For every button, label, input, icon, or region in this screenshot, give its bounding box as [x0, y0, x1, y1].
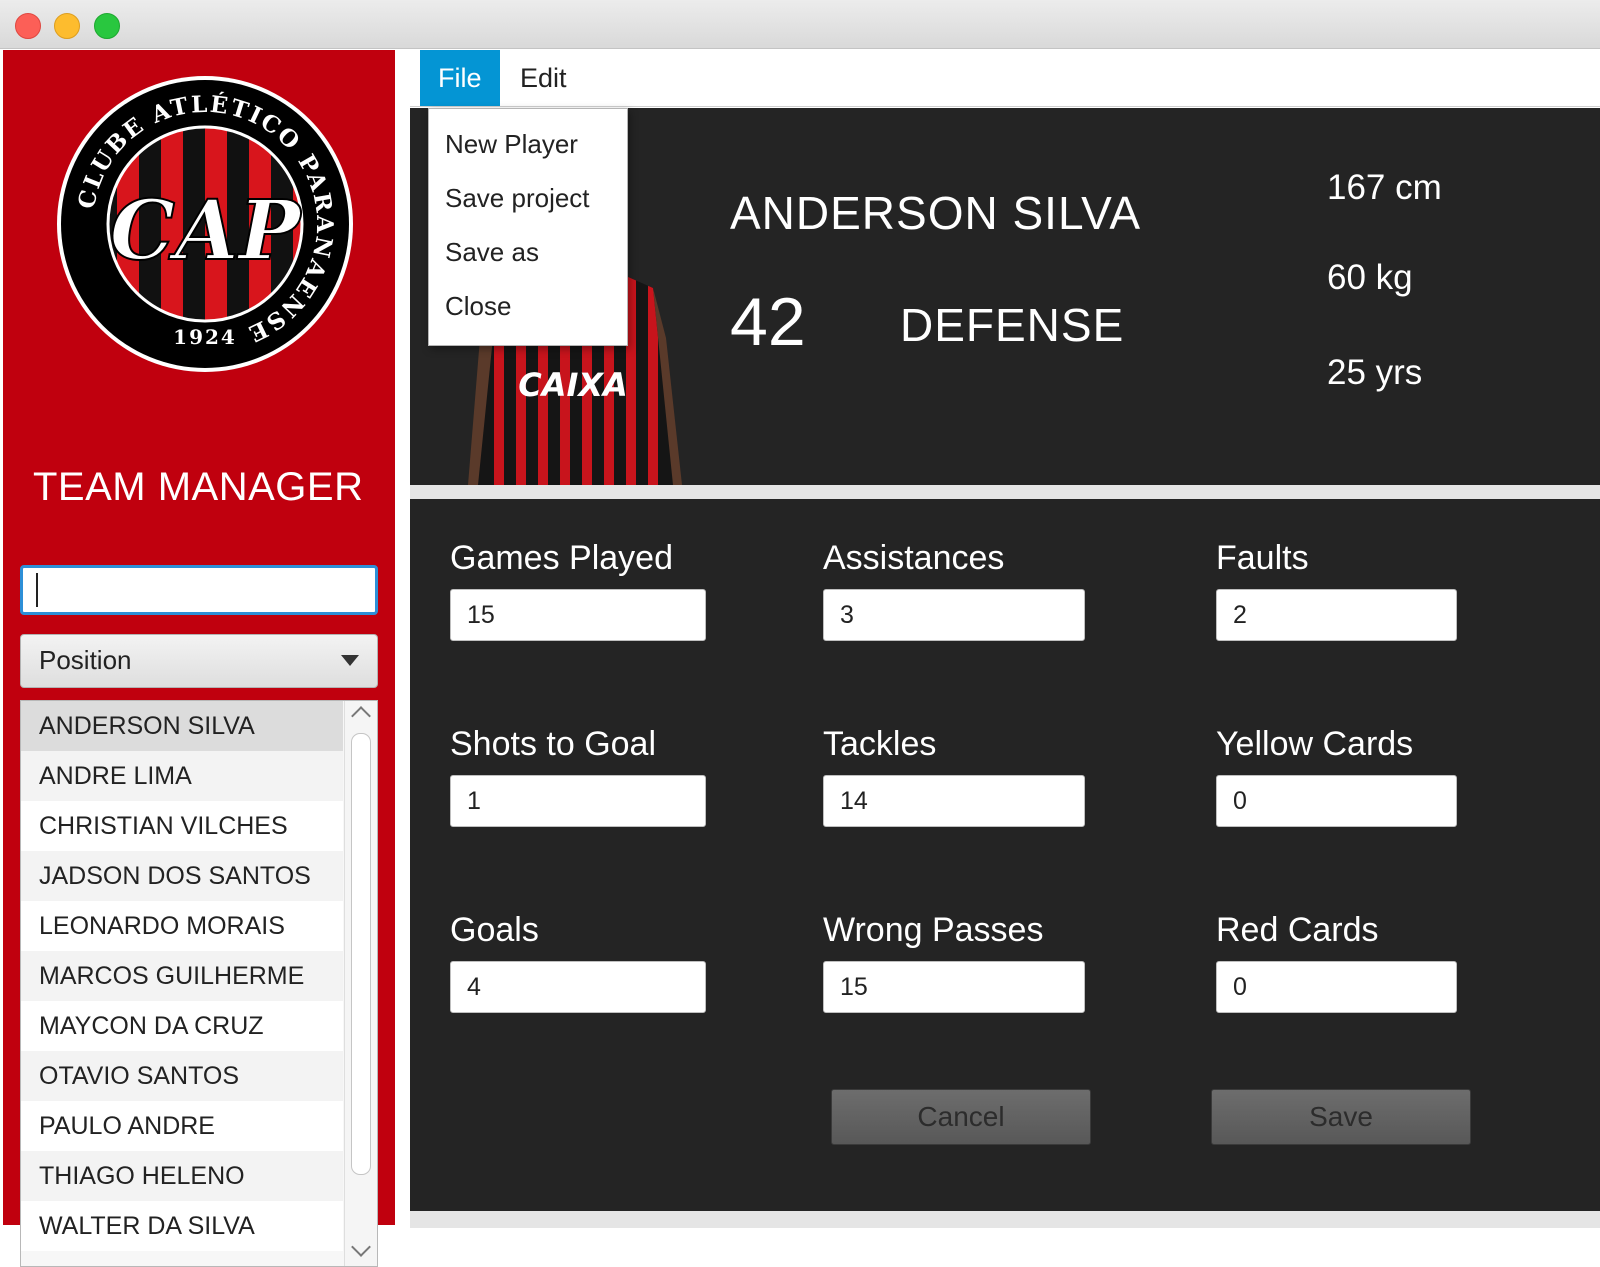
scrollbar-thumb[interactable]	[351, 733, 371, 1175]
close-window-button[interactable]	[15, 13, 41, 39]
games-played-group: Games Played	[450, 539, 706, 641]
position-filter-select[interactable]: Position	[20, 634, 378, 688]
player-age: 25 yrs	[1327, 353, 1423, 392]
club-logo: CLUBE ATLÉTICO PARANAENSE CAP 1924	[57, 76, 353, 372]
yellow-cards-label: Yellow Cards	[1216, 725, 1414, 763]
red-cards-input[interactable]	[1216, 961, 1457, 1013]
app-title: TEAM MANAGER	[33, 465, 364, 509]
sidebar: CLUBE ATLÉTICO PARANAENSE CAP 1924 TEAM …	[3, 50, 395, 1267]
shots-to-goal-label: Shots to Goal	[450, 725, 657, 763]
list-item[interactable]: JADSON DOS SANTOS	[21, 851, 343, 901]
svg-text:CAP: CAP	[110, 183, 303, 279]
maximize-window-button[interactable]	[94, 13, 120, 39]
file-menu-dropdown: New Player Save project Save as Close	[428, 108, 628, 346]
red-cards-label: Red Cards	[1216, 911, 1379, 949]
list-item[interactable]: ANDERSON SILVA	[21, 701, 343, 751]
list-item[interactable]: MARCOS GUILHERME	[21, 951, 343, 1001]
position-filter-value: Position	[39, 645, 132, 675]
wrong-passes-label: Wrong Passes	[823, 911, 1044, 949]
list-item[interactable]: THIAGO HELENO	[21, 1151, 343, 1201]
scroll-up-icon[interactable]	[351, 706, 371, 726]
player-list[interactable]: ANDERSON SILVA ANDRE LIMA CHRISTIAN VILC…	[20, 700, 378, 1267]
wrong-passes-input[interactable]	[823, 961, 1085, 1013]
list-item[interactable]: LEONARDO MORAIS	[21, 901, 343, 951]
list-item[interactable]: MAYCON DA CRUZ	[21, 1001, 343, 1051]
player-name: ANDERSON SILVA	[730, 187, 1142, 239]
faults-input[interactable]	[1216, 589, 1457, 641]
menu-bar: File Edit	[410, 50, 1600, 107]
menu-item-save-project[interactable]: Save project	[429, 171, 627, 225]
list-item[interactable]: WALTER DA SILVA	[21, 1201, 343, 1251]
goals-input[interactable]	[450, 961, 706, 1013]
panel-divider	[410, 485, 1600, 499]
shots-to-goal-group: Shots to Goal	[450, 725, 706, 827]
faults-label: Faults	[1216, 539, 1309, 577]
player-position: DEFENSE	[900, 299, 1125, 351]
list-item[interactable]: ANDRE LIMA	[21, 751, 343, 801]
wrong-passes-group: Wrong Passes	[823, 911, 1085, 1013]
player-search-input[interactable]	[20, 565, 378, 615]
player-stats-panel: Games Played Assistances Faults Shots to…	[410, 499, 1600, 1211]
list-item[interactable]: CHRISTIAN VILCHES	[21, 801, 343, 851]
player-weight: 60 kg	[1327, 258, 1413, 297]
assistances-input[interactable]	[823, 589, 1085, 641]
player-height: 167 cm	[1327, 168, 1442, 207]
player-list-scrollbar[interactable]	[344, 701, 377, 1266]
goals-label: Goals	[450, 911, 539, 949]
menu-item-close[interactable]: Close	[429, 279, 627, 333]
tackles-label: Tackles	[823, 725, 937, 763]
chevron-down-icon	[341, 655, 359, 666]
svg-text:1924: 1924	[173, 325, 237, 349]
tackles-input[interactable]	[823, 775, 1085, 827]
yellow-cards-group: Yellow Cards	[1216, 725, 1457, 827]
list-item[interactable]: PAULO ANDRE	[21, 1101, 343, 1151]
save-button[interactable]: Save	[1211, 1089, 1471, 1145]
games-played-input[interactable]	[450, 589, 706, 641]
minimize-window-button[interactable]	[54, 13, 80, 39]
menu-edit[interactable]: Edit	[502, 50, 585, 106]
games-played-label: Games Played	[450, 539, 673, 577]
player-number: 42	[730, 284, 806, 360]
window-title-bar	[0, 0, 1600, 49]
menu-file[interactable]: File	[420, 50, 500, 106]
list-item[interactable]: OTAVIO SANTOS	[21, 1051, 343, 1101]
assistances-label: Assistances	[823, 539, 1005, 577]
assistances-group: Assistances	[823, 539, 1085, 641]
red-cards-group: Red Cards	[1216, 911, 1457, 1013]
shots-to-goal-input[interactable]	[450, 775, 706, 827]
goals-group: Goals	[450, 911, 706, 1013]
scroll-down-icon[interactable]	[351, 1237, 371, 1257]
cancel-button[interactable]: Cancel	[831, 1089, 1091, 1145]
window-bottom-edge	[410, 1211, 1600, 1228]
text-cursor	[36, 573, 38, 607]
svg-text:CAIXA: CAIXA	[518, 366, 628, 404]
faults-group: Faults	[1216, 539, 1457, 641]
yellow-cards-input[interactable]	[1216, 775, 1457, 827]
tackles-group: Tackles	[823, 725, 1085, 827]
menu-item-save-as[interactable]: Save as	[429, 225, 627, 279]
menu-item-new-player[interactable]: New Player	[429, 117, 627, 171]
